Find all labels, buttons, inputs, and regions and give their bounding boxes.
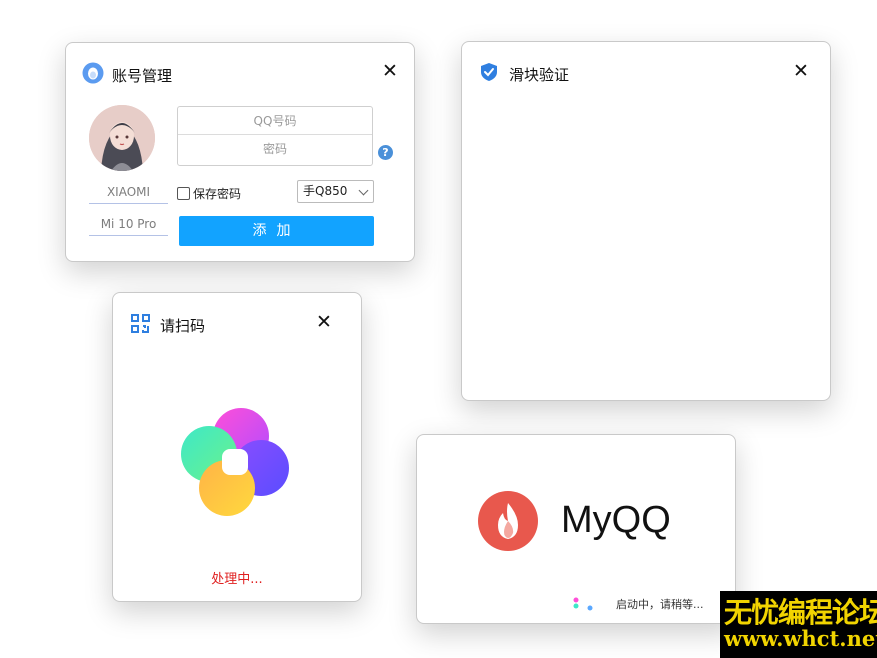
startup-splash-window: MyQQ 启动中，请稍等... <box>416 434 736 624</box>
flame-logo-icon <box>478 491 538 555</box>
app-name: MyQQ <box>561 499 671 541</box>
save-password-label: 保存密码 <box>193 187 242 201</box>
window-title: 请扫码 <box>160 317 206 335</box>
protocol-select[interactable]: 手Q850 <box>297 180 374 203</box>
qq-number-input[interactable] <box>178 107 372 135</box>
credential-fields <box>177 106 373 166</box>
captcha-area[interactable] <box>472 97 820 390</box>
watermark-title: 无忧编程论坛 <box>724 596 877 629</box>
slider-verification-window: 滑块验证 ✕ <box>461 41 831 401</box>
startup-status: 启动中，请稍等... <box>616 598 704 611</box>
checkbox-square[interactable] <box>177 187 190 200</box>
loading-logo-icon <box>179 406 291 522</box>
protocol-selected-value: 手Q850 <box>303 184 348 198</box>
chevron-down-icon <box>358 185 369 196</box>
qq-penguin-icon <box>82 62 104 88</box>
window-title: 滑块验证 <box>509 66 570 84</box>
close-button[interactable]: ✕ <box>316 313 332 332</box>
help-icon[interactable]: ? <box>378 145 393 160</box>
close-button[interactable]: ✕ <box>382 62 398 81</box>
watermark-url: www.whct.net <box>724 626 877 651</box>
save-password-checkbox[interactable]: 保存密码 <box>177 185 241 202</box>
password-input[interactable] <box>178 135 372 163</box>
close-button[interactable]: ✕ <box>793 62 809 81</box>
processing-status: 处理中... <box>211 572 263 587</box>
window-title: 账号管理 <box>112 67 173 85</box>
shield-icon <box>480 62 498 86</box>
device-model-field[interactable]: Mi 10 Pro <box>89 217 168 236</box>
loading-dots-icon <box>572 596 598 616</box>
device-brand-field[interactable]: XIAOMI <box>89 185 168 204</box>
scan-qr-window: 请扫码 ✕ 处理中... <box>112 292 362 602</box>
forum-watermark: 无忧编程论坛 www.whct.net <box>720 591 877 658</box>
account-management-window: 账号管理 ✕ ? XIAOMI Mi 10 Pro 保存密码 手Q850 添加 <box>65 42 415 262</box>
qr-code-icon <box>131 314 150 337</box>
avatar <box>89 105 155 171</box>
add-account-button[interactable]: 添加 <box>179 216 374 246</box>
